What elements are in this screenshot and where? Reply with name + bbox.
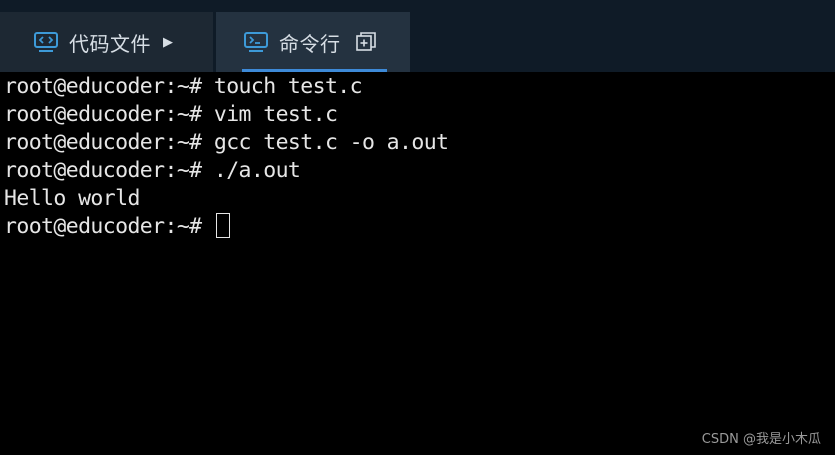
tab-code-files-label: 代码文件 xyxy=(69,31,151,56)
terminal-line: Hello world xyxy=(4,186,140,211)
terminal-output[interactable]: root@educoder:~# touch test.c root@educo… xyxy=(4,72,835,432)
tab-code-files[interactable]: 代码文件 ▶ xyxy=(0,12,213,72)
terminal-prompt: root@educoder:~# xyxy=(4,214,214,239)
code-monitor-icon xyxy=(33,31,59,53)
terminal-cursor xyxy=(215,213,230,238)
terminal-line: root@educoder:~# vim test.c xyxy=(4,102,338,127)
terminal-monitor-icon xyxy=(243,31,269,53)
terminal-line: root@educoder:~# gcc test.c -o a.out xyxy=(4,130,449,155)
expand-arrow-icon[interactable]: ▶ xyxy=(163,35,173,50)
tab-bar: 代码文件 ▶ 命令行 xyxy=(0,12,835,72)
tab-terminal[interactable]: 命令行 xyxy=(216,12,410,72)
tab-terminal-label: 命令行 xyxy=(279,31,341,56)
terminal-prompt-line[interactable]: root@educoder:~# xyxy=(4,212,835,240)
top-strip xyxy=(0,0,835,12)
new-window-icon[interactable] xyxy=(355,31,377,53)
terminal-line: root@educoder:~# touch test.c xyxy=(4,74,363,99)
terminal-line: root@educoder:~# ./a.out xyxy=(4,158,301,183)
watermark: CSDN @我是小木瓜 xyxy=(701,432,821,447)
